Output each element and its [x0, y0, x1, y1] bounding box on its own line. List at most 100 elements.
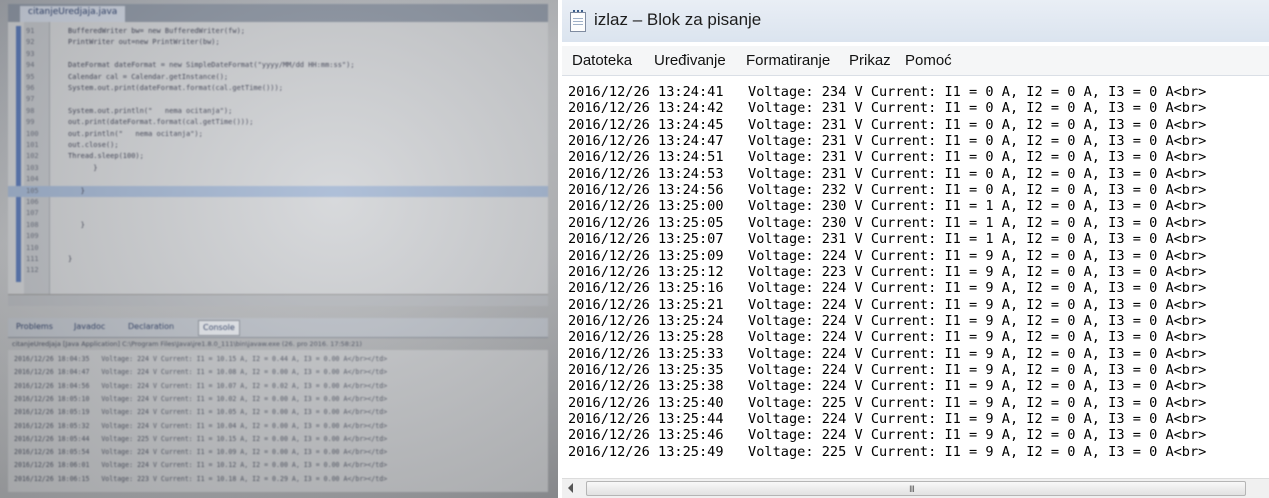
- menu-pomoc[interactable]: Pomoć: [905, 52, 952, 69]
- code-line: 105 }: [8, 185, 548, 197]
- line-number: 104: [26, 175, 39, 184]
- code-line: 109: [8, 231, 548, 242]
- line-number: 108: [26, 220, 39, 229]
- line-number: 103: [26, 163, 39, 172]
- code-text: }: [68, 163, 98, 172]
- console-output: 2016/12/26 18:04:35 Voltage: 224 V Curre…: [8, 350, 548, 492]
- code-line: 112: [8, 265, 548, 276]
- line-number: 91: [26, 27, 35, 35]
- line-number: 99: [26, 118, 35, 127]
- code-line: 95 Calendar cal = Calendar.getInstance();: [8, 72, 548, 83]
- line-number: 112: [26, 266, 39, 275]
- log-line: 2016/12/26 13:24:45 Voltage: 231 V Curre…: [568, 116, 1207, 133]
- tab-console[interactable]: Console: [198, 320, 240, 336]
- log-line: 2016/12/26 13:25:21 Voltage: 224 V Curre…: [568, 296, 1207, 313]
- log-line: 2016/12/26 13:24:51 Voltage: 231 V Curre…: [568, 149, 1207, 166]
- log-line: 2016/12/26 13:24:56 Voltage: 232 V Curre…: [568, 182, 1207, 199]
- line-number: 101: [26, 141, 39, 149]
- console-line: 2016/12/26 18:05:44 Voltage: 225 V Curre…: [14, 434, 388, 443]
- scroll-grip: III: [909, 485, 915, 495]
- log-line: 2016/12/26 13:25:35 Voltage: 224 V Curre…: [568, 361, 1207, 378]
- code-text: }: [68, 186, 85, 195]
- log-line: 2016/12/26 13:25:12 Voltage: 223 V Curre…: [568, 263, 1207, 280]
- log-line: 2016/12/26 13:24:53 Voltage: 231 V Curre…: [568, 165, 1207, 182]
- log-line: 2016/12/26 13:24:42 Voltage: 231 V Curre…: [568, 100, 1207, 117]
- menu-prikaz[interactable]: Prikaz: [849, 52, 891, 69]
- log-line: 2016/12/26 13:24:41 Voltage: 234 V Curre…: [568, 84, 1207, 100]
- tab-javadoc[interactable]: Javadoc: [74, 322, 105, 331]
- line-number: 106: [26, 198, 39, 206]
- tab-declaration[interactable]: Declaration: [128, 322, 174, 331]
- log-line: 2016/12/26 13:25:28 Voltage: 224 V Curre…: [568, 329, 1207, 346]
- menu-datoteka[interactable]: Datoteka: [572, 52, 632, 69]
- code-text: }: [68, 220, 85, 229]
- code-line: 92 PrintWriter out=new PrintWriter(bw);: [8, 37, 548, 48]
- horizontal-scrollbar[interactable]: III: [562, 478, 1269, 498]
- code-editor[interactable]: 91 BufferedWriter bw= new BufferedWriter(…: [8, 22, 548, 294]
- code-line: 107: [8, 208, 548, 219]
- line-number: 110: [26, 243, 39, 252]
- line-number: 95: [26, 72, 35, 81]
- code-text: Thread.sleep(100);: [68, 152, 144, 161]
- code-line: 102 Thread.sleep(100);: [8, 151, 548, 162]
- console-line: 2016/12/26 18:04:56 Voltage: 224 V Curre…: [14, 381, 388, 390]
- menu-bar: Datoteka Uređivanje Formatiranje Prikaz …: [562, 46, 1269, 76]
- code-text: out.println(" nema ocitanja");: [68, 129, 203, 138]
- code-line: 94 DateFormat dateFormat = new SimpleDate…: [8, 60, 548, 71]
- line-number: 92: [26, 38, 35, 47]
- scroll-thumb[interactable]: III: [586, 481, 1246, 496]
- line-number: 111: [26, 255, 39, 263]
- editor-tabbar: citanjeUredjaja.java: [8, 4, 548, 22]
- console-line: 2016/12/26 18:04:35 Voltage: 224 V Curre…: [14, 355, 388, 363]
- log-line: 2016/12/26 13:25:07 Voltage: 231 V Curre…: [568, 231, 1207, 248]
- arrow-left-icon[interactable]: [568, 483, 573, 493]
- log-line: 2016/12/26 13:25:33 Voltage: 224 V Curre…: [568, 345, 1207, 362]
- code-line: 99 out.print(dateFormat.format(cal.getTim…: [8, 117, 548, 128]
- line-number: 94: [26, 61, 35, 70]
- line-number: 97: [26, 95, 35, 104]
- editor-tab[interactable]: citanjeUredjaja.java: [20, 6, 126, 22]
- log-line: 2016/12/26 13:25:00 Voltage: 230 V Curre…: [568, 198, 1207, 215]
- console-line: 2016/12/26 18:05:10 Voltage: 224 V Curre…: [14, 394, 388, 403]
- title-bar[interactable]: izlaz – Blok za pisanje: [562, 0, 1269, 42]
- log-line: 2016/12/26 13:25:24 Voltage: 224 V Curre…: [568, 312, 1207, 329]
- line-number: 96: [26, 84, 35, 92]
- code-text: out.print(dateFormat.format(cal.getTime(…: [68, 118, 254, 127]
- code-line: 110: [8, 243, 548, 254]
- ide-photo: citanjeUredjaja.java 91 BufferedWriter bw…: [0, 0, 558, 498]
- menu-formatiranje[interactable]: Formatiranje: [746, 52, 830, 69]
- code-line: 96 System.out.print(dateFormat.format(cal…: [8, 83, 548, 94]
- line-number: 100: [26, 129, 39, 138]
- code-line: 101 out.close();: [8, 140, 548, 151]
- notepad-icon: [570, 10, 586, 32]
- tab-problems[interactable]: Problems: [16, 322, 53, 331]
- code-line: 104: [8, 174, 548, 185]
- line-number: 98: [26, 106, 35, 115]
- log-line: 2016/12/26 13:25:38 Voltage: 224 V Curre…: [568, 378, 1207, 395]
- code-line: 97: [8, 94, 548, 105]
- console-header: citanjeUredjaja [Java Application] C:\Pr…: [12, 340, 362, 348]
- code-text: BufferedWriter bw= new BufferedWriter(fw…: [68, 27, 246, 35]
- code-text: System.out.print(dateFormat.format(cal.g…: [68, 84, 283, 92]
- console-line: 2016/12/26 18:04:47 Voltage: 224 V Curre…: [14, 368, 388, 377]
- line-number: 105: [26, 186, 39, 195]
- console-tabbar: Problems Javadoc Declaration Console: [8, 318, 548, 338]
- code-text: DateFormat dateFormat = new SimpleDateFo…: [68, 61, 355, 70]
- notepad-window: izlaz – Blok za pisanje Datoteka Uređiva…: [558, 0, 1269, 498]
- log-line: 2016/12/26 13:25:16 Voltage: 224 V Curre…: [568, 280, 1207, 297]
- code-text: PrintWriter out=new PrintWriter(bw);: [68, 38, 220, 47]
- editor-horizontal-scrollbar[interactable]: [8, 294, 548, 306]
- menu-uredivanje[interactable]: Uređivanje: [654, 52, 726, 69]
- code-line: 91 BufferedWriter bw= new BufferedWriter(…: [8, 26, 548, 37]
- code-line: 103 }: [8, 163, 548, 174]
- console-line: 2016/12/26 18:05:19 Voltage: 224 V Curre…: [14, 408, 388, 417]
- log-line: 2016/12/26 13:25:44 Voltage: 224 V Curre…: [568, 411, 1207, 427]
- log-line: 2016/12/26 13:25:46 Voltage: 224 V Curre…: [568, 427, 1207, 444]
- code-line: 106: [8, 197, 548, 208]
- console-line: 2016/12/26 18:05:32 Voltage: 224 V Curre…: [14, 421, 388, 430]
- log-line: 2016/12/26 13:25:05 Voltage: 230 V Curre…: [568, 214, 1207, 231]
- line-number: 107: [26, 209, 39, 218]
- text-area[interactable]: 2016/12/26 13:24:41 Voltage: 234 V Curre…: [564, 84, 1254, 474]
- line-number: 109: [26, 232, 39, 241]
- code-text: Calendar cal = Calendar.getInstance();: [68, 72, 229, 81]
